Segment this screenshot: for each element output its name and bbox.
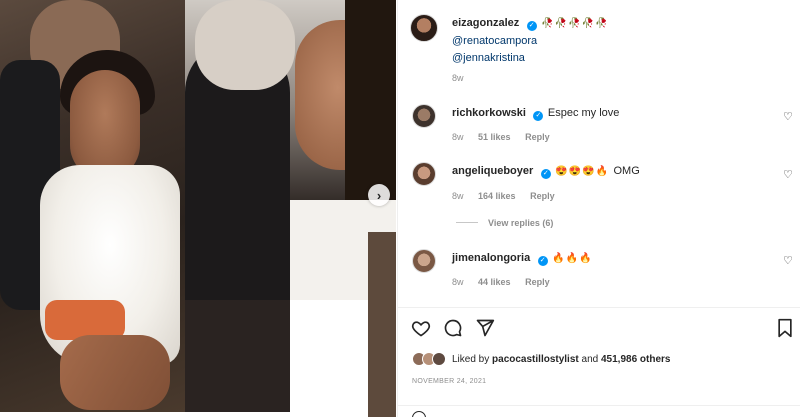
- reply-button[interactable]: Reply: [525, 277, 550, 287]
- comment-likes[interactable]: 44 likes: [478, 277, 511, 287]
- bookmark-icon[interactable]: [776, 318, 794, 338]
- woman-face: [70, 70, 140, 180]
- orange-shorts: [45, 300, 125, 340]
- woman-hair-closeup: [345, 0, 396, 200]
- photo-seated-woman: [0, 0, 185, 412]
- comment-time: 8w: [452, 277, 464, 287]
- commenter-avatar[interactable]: [412, 104, 436, 128]
- photo-dark-strip: [185, 300, 290, 412]
- post-media[interactable]: ›: [0, 0, 396, 417]
- emoji-icon[interactable]: [412, 411, 426, 417]
- comment-bubble-icon[interactable]: [443, 318, 463, 338]
- view-replies-label: View replies (6): [488, 218, 554, 228]
- liked-by-user-link[interactable]: pacocastillostylist: [492, 354, 579, 365]
- caption-emoji: 🥀🥀🥀🥀🥀: [541, 18, 609, 29]
- comment-input-bar: [398, 405, 800, 417]
- photo-makeup: [185, 0, 396, 300]
- liker-avatar: [432, 352, 446, 366]
- makeup-artist-hair: [195, 0, 295, 90]
- post-sidebar: eizagonzalez ✓ 🥀🥀🥀🥀🥀 @renatocampora @jen…: [397, 0, 800, 417]
- verified-badge-icon: ✓: [526, 21, 537, 31]
- photo-edge: [368, 232, 396, 417]
- comment: jimenalongoria ✓ 🔥🔥🔥: [452, 250, 762, 266]
- comment: angeliqueboyer ✓ 😍😍😍🔥 OMG: [452, 163, 762, 179]
- comment: richkorkowski ✓ Espec my love: [452, 105, 762, 121]
- likes-others-link[interactable]: 451,986 others: [601, 354, 671, 365]
- verified-badge-icon: ✓: [540, 169, 551, 179]
- likes-text: Liked by pacocastillostylist and 451,986…: [452, 354, 670, 365]
- comment-meta: 8w 51 likes Reply: [452, 132, 562, 142]
- comment-meta: 8w 44 likes Reply: [452, 277, 562, 287]
- instagram-post-view: › eizagonzalez ✓ 🥀🥀🥀🥀🥀 @renatocampora @j…: [0, 0, 800, 417]
- comment-emoji: 🔥🔥🔥: [552, 253, 593, 264]
- likes-summary: Liked by pacocastillostylist and 451,986…: [412, 352, 670, 366]
- comment-meta: 8w 164 likes Reply: [452, 191, 567, 201]
- commenter-avatar[interactable]: [412, 249, 436, 273]
- comment-emoji: 😍😍😍🔥: [555, 166, 610, 177]
- likes-and: and: [581, 353, 599, 365]
- view-replies-button[interactable]: View replies (6): [456, 218, 553, 228]
- comment-likes[interactable]: 164 likes: [478, 191, 516, 201]
- like-heart-icon[interactable]: [411, 318, 431, 338]
- comment-text: OMG: [613, 165, 640, 177]
- heart-icon[interactable]: ♡: [783, 254, 793, 267]
- comment-time: 8w: [452, 132, 464, 142]
- woman-legs: [60, 335, 170, 410]
- verified-badge-icon: ✓: [533, 111, 544, 121]
- post-date: NOVEMBER 24, 2021: [412, 378, 487, 385]
- post-caption: eizagonzalez ✓ 🥀🥀🥀🥀🥀 @renatocampora @jen…: [452, 14, 772, 66]
- comment-username[interactable]: jimenalongoria: [452, 252, 530, 264]
- comment-text: Espec my love: [547, 107, 620, 119]
- heart-icon[interactable]: ♡: [783, 168, 793, 181]
- mention-link[interactable]: @jennakristina: [452, 52, 525, 64]
- likes-prefix: Liked by: [452, 353, 490, 365]
- chevron-right-icon: ›: [376, 187, 382, 203]
- reply-button[interactable]: Reply: [525, 132, 550, 142]
- post-actions: [411, 318, 495, 338]
- comment-likes[interactable]: 51 likes: [478, 132, 511, 142]
- verified-badge-icon: ✓: [537, 256, 548, 266]
- next-photo-button[interactable]: ›: [368, 184, 390, 206]
- reply-button[interactable]: Reply: [530, 191, 555, 201]
- author-avatar[interactable]: [410, 14, 438, 42]
- comment-username[interactable]: angeliqueboyer: [452, 165, 533, 177]
- caption-timestamp: 8w: [452, 73, 464, 83]
- mention-link[interactable]: @renatocampora: [452, 35, 537, 47]
- author-username[interactable]: eizagonzalez: [452, 17, 519, 29]
- commenter-avatar[interactable]: [412, 162, 436, 186]
- comment-time: 8w: [452, 191, 464, 201]
- share-plane-icon[interactable]: [475, 318, 495, 338]
- replies-line: [456, 222, 478, 223]
- heart-icon[interactable]: ♡: [783, 110, 793, 123]
- comment-username[interactable]: richkorkowski: [452, 107, 526, 119]
- divider: [398, 307, 800, 308]
